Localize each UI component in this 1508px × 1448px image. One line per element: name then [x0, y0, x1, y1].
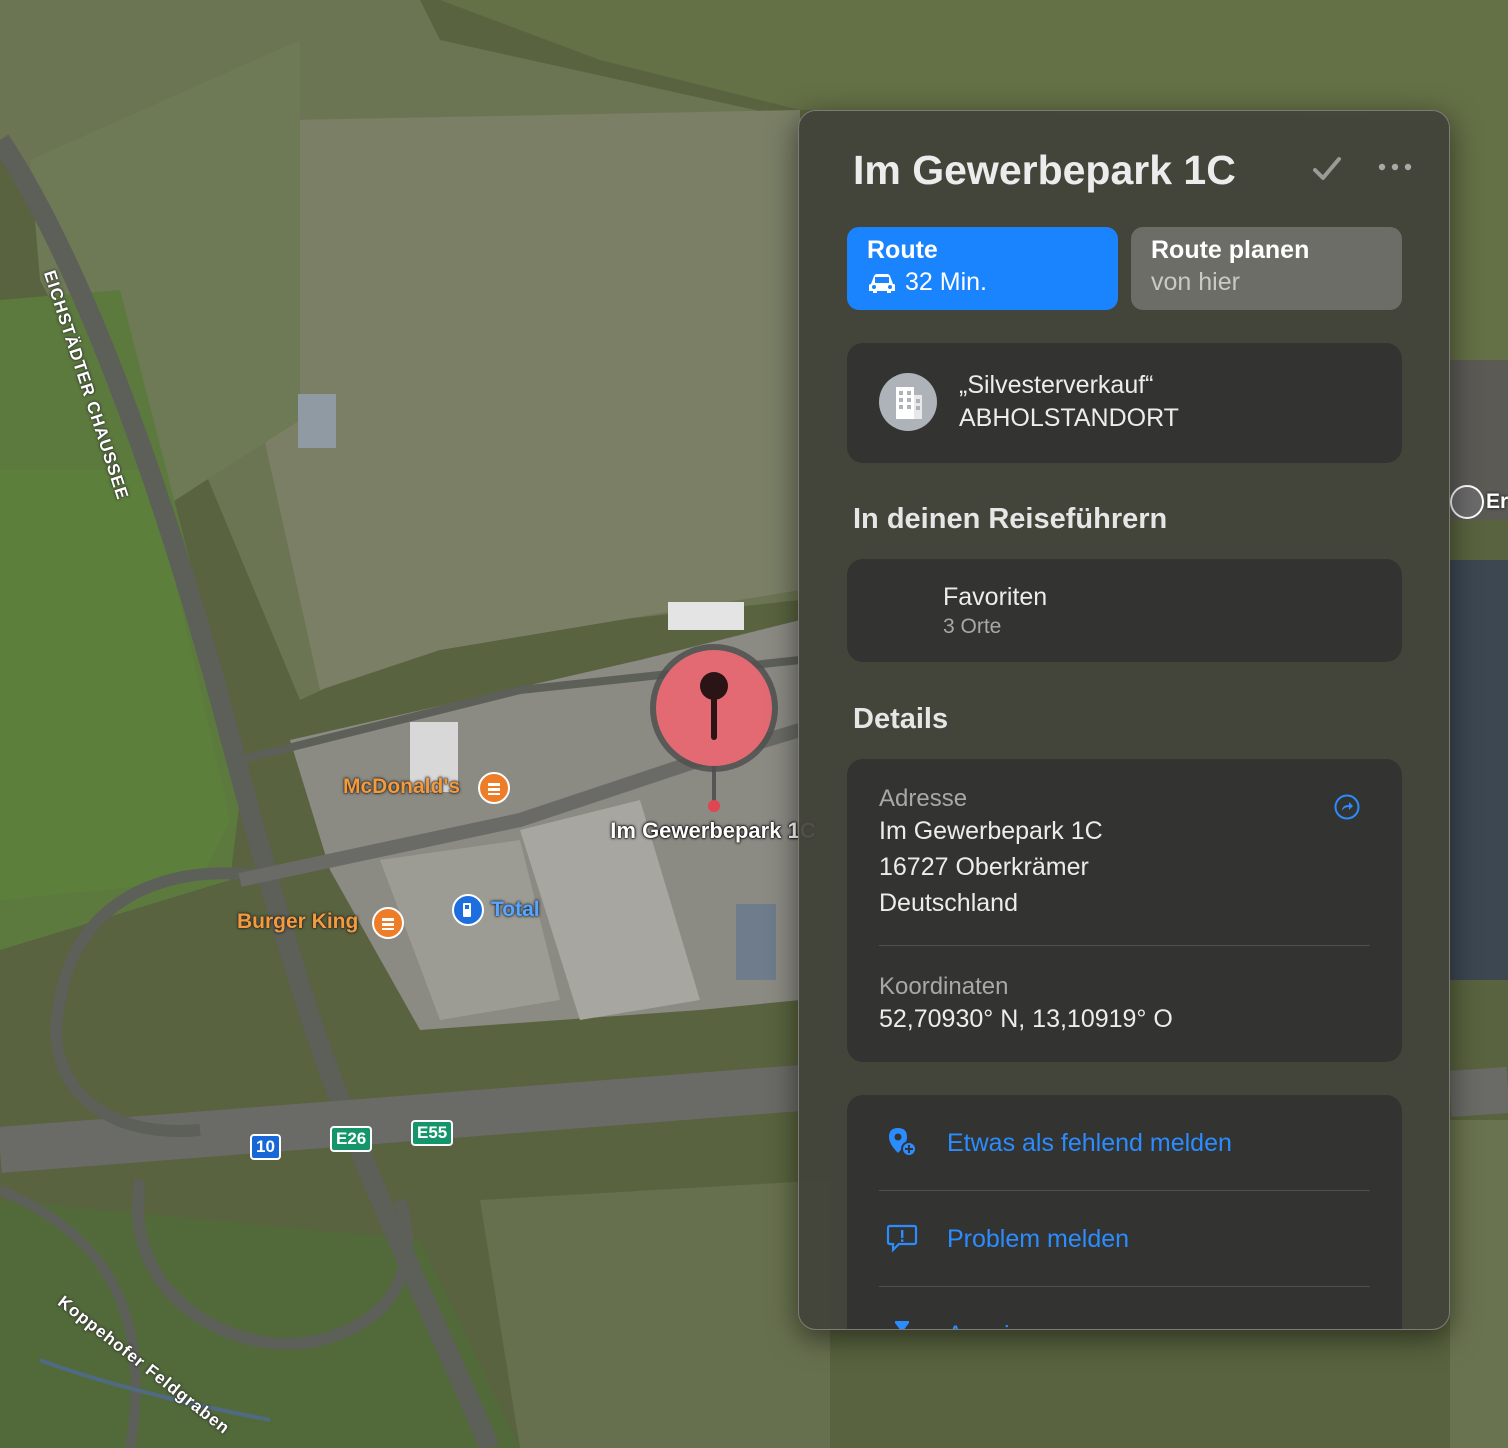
actions-card: Etwas als fehlend melden Problem melden …	[847, 1095, 1402, 1329]
fuel-station-icon[interactable]	[452, 894, 484, 926]
report-missing-action[interactable]: Etwas als fehlend melden	[847, 1095, 1402, 1190]
third-action[interactable]: Anzeigen	[847, 1287, 1402, 1329]
address-line-3[interactable]: Deutschland	[879, 885, 1018, 921]
poi-edge-icon[interactable]	[1450, 485, 1484, 519]
building-roof	[668, 602, 744, 630]
highway-shield-e55: E55	[411, 1120, 454, 1146]
plan-route-sub: von hier	[1151, 268, 1240, 296]
route-duration: 32 Min.	[905, 268, 987, 296]
checkmark-icon[interactable]	[1309, 151, 1345, 187]
tag-title: „Silvesterverkauf“	[959, 371, 1154, 399]
share-arrow-icon[interactable]	[1333, 793, 1361, 821]
building-roof	[736, 904, 776, 980]
address-label: Adresse	[879, 785, 968, 812]
highway-shield-e26: E26	[330, 1126, 373, 1152]
address-line-1[interactable]: Im Gewerbepark 1C	[879, 813, 1103, 849]
highway-shield-10: 10	[250, 1134, 281, 1160]
plan-route-button[interactable]: Route planen von hier	[1131, 227, 1402, 310]
building-roof	[298, 394, 336, 448]
restaurant-icon[interactable]	[372, 907, 404, 939]
poi-burger-king-label[interactable]: Burger King	[237, 910, 358, 934]
report-missing-label: Etwas als fehlend melden	[947, 1129, 1232, 1157]
field	[480, 1180, 830, 1448]
third-action-label: Anzeigen	[947, 1321, 1051, 1329]
report-problem-label: Problem melden	[947, 1225, 1130, 1253]
divider	[879, 945, 1370, 946]
guides-heading: In deinen Reiseführern	[853, 503, 1168, 535]
poi-edge-label[interactable]: Er	[1486, 490, 1508, 514]
field	[1450, 1120, 1508, 1448]
tag-subtitle: ABHOLSTANDORT	[959, 404, 1179, 432]
details-heading: Details	[853, 703, 949, 735]
route-button[interactable]: Route 32 Min.	[847, 227, 1118, 310]
coords-value[interactable]: 52,70930° N, 13,10919° O	[879, 1001, 1173, 1037]
report-problem-action[interactable]: Problem melden	[847, 1191, 1402, 1286]
add-place-icon	[889, 1128, 917, 1157]
details-card: Adresse Im Gewerbepark 1C 16727 Oberkräm…	[847, 759, 1402, 1062]
business-tag-card[interactable]: „Silvesterverkauf“ ABHOLSTANDORT	[847, 343, 1402, 463]
ellipsis-icon[interactable]	[1377, 157, 1413, 177]
guide-favorites[interactable]: Favoriten 3 Orte	[847, 559, 1402, 662]
motorway	[1448, 1067, 1508, 1117]
pin-label[interactable]: Im Gewerbepark 1C	[598, 818, 828, 843]
location-pin[interactable]	[644, 638, 784, 818]
place-title: Im Gewerbepark 1C	[853, 147, 1236, 193]
flag-icon	[895, 1321, 909, 1329]
car-icon	[869, 273, 895, 293]
coords-label: Koordinaten	[879, 973, 1009, 1000]
solar-field	[1450, 560, 1508, 980]
guide-count: 3 Orte	[943, 615, 1002, 638]
restaurant-icon[interactable]	[478, 772, 510, 804]
poi-mcdonalds-label[interactable]: McDonald's	[343, 775, 460, 799]
poi-total-label[interactable]: Total	[491, 898, 540, 922]
report-bubble-icon	[886, 1224, 918, 1253]
building-icon	[879, 373, 937, 431]
guide-name: Favoriten	[943, 583, 1048, 611]
route-button-label: Route	[867, 236, 938, 264]
address-line-2[interactable]: 16727 Oberkrämer	[879, 849, 1089, 885]
plan-route-label: Route planen	[1151, 236, 1310, 264]
place-card: Im Gewerbepark 1C Route 32 Min. Route pl…	[798, 110, 1450, 1330]
